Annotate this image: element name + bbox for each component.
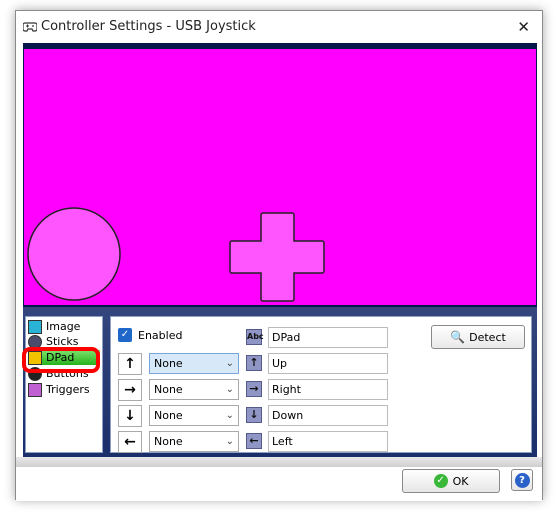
dpad-settings: ✓ Enabled Abc DPad ↑ None ⌄ ↑ Up → None ⌄ … xyxy=(110,316,532,453)
chevron-down-icon: ⌄ xyxy=(225,436,234,447)
up-arrow-button[interactable]: ↑ xyxy=(118,353,142,375)
right-mapping-select[interactable]: None ⌄ xyxy=(149,379,239,400)
controller-settings-window: Controller Settings - USB Joystick ✕ Ima… xyxy=(15,10,543,501)
up-arrow-icon: ↑ xyxy=(246,355,262,371)
title-bar: Controller Settings - USB Joystick ✕ xyxy=(16,11,542,43)
magnifier-icon: 🔍 xyxy=(450,330,466,344)
image-icon xyxy=(28,319,42,334)
dpad-name-field[interactable]: DPad xyxy=(268,327,388,348)
stick-shape xyxy=(27,207,121,301)
close-icon[interactable]: ✕ xyxy=(517,18,530,36)
left-mapping-select[interactable]: None ⌄ xyxy=(149,431,239,452)
up-label-field[interactable]: Up xyxy=(268,353,388,374)
right-arrow-icon: → xyxy=(246,381,262,397)
enabled-checkbox[interactable]: ✓ xyxy=(118,328,132,342)
dialog-footer: ✓ OK ? xyxy=(16,457,542,501)
chevron-down-icon: ⌄ xyxy=(225,384,234,395)
window-title: Controller Settings - USB Joystick xyxy=(41,19,256,34)
left-arrow-button[interactable]: ← xyxy=(118,431,142,453)
sidebar-item-image[interactable]: Image xyxy=(28,319,100,334)
controller-preview xyxy=(23,49,537,305)
up-mapping-select[interactable]: None ⌄ xyxy=(149,353,239,374)
sidebar-item-label: Triggers xyxy=(46,383,90,396)
triggers-icon xyxy=(28,382,42,397)
selection-highlight xyxy=(22,347,100,373)
name-icon: Abc xyxy=(246,329,264,345)
down-mapping-select[interactable]: None ⌄ xyxy=(149,405,239,426)
right-arrow-button[interactable]: → xyxy=(118,379,142,401)
help-button[interactable]: ? xyxy=(511,469,533,491)
detect-label: Detect xyxy=(469,330,506,344)
detect-button[interactable]: 🔍 Detect xyxy=(431,325,525,349)
ok-label: OK xyxy=(452,474,469,488)
help-icon: ? xyxy=(514,472,530,488)
chevron-down-icon: ⌄ xyxy=(225,410,234,421)
sidebar-item-triggers[interactable]: Triggers xyxy=(28,382,100,397)
select-value: None xyxy=(154,383,183,396)
select-value: None xyxy=(154,409,183,422)
gamepad-icon xyxy=(22,21,38,35)
dpad-shape xyxy=(229,212,325,302)
select-value: None xyxy=(154,357,183,370)
category-list: Image Sticks DPad Buttons Triggers xyxy=(22,316,103,453)
left-label-field[interactable]: Left xyxy=(268,431,388,452)
footer-divider xyxy=(16,457,542,467)
checkmark-icon: ✓ xyxy=(433,474,448,488)
down-arrow-button[interactable]: ↓ xyxy=(118,405,142,427)
settings-panel: Image Sticks DPad Buttons Triggers ✓ Ena… xyxy=(22,305,537,457)
ok-button[interactable]: ✓ OK xyxy=(402,469,500,493)
right-label-field[interactable]: Right xyxy=(268,379,388,400)
enabled-label: Enabled xyxy=(138,329,183,342)
chevron-down-icon: ⌄ xyxy=(225,358,234,369)
left-arrow-icon: ← xyxy=(246,433,262,449)
down-arrow-icon: ↓ xyxy=(246,407,262,423)
down-label-field[interactable]: Down xyxy=(268,405,388,426)
select-value: None xyxy=(154,435,183,448)
sidebar-item-label: Image xyxy=(46,320,81,333)
